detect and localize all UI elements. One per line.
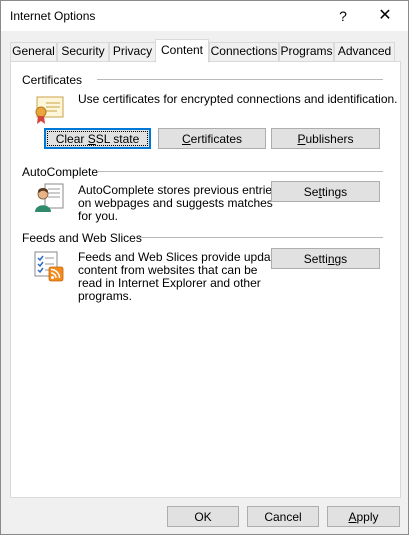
- autocomplete-heading: AutoComplete: [22, 165, 99, 179]
- button-text: tings: [321, 185, 348, 199]
- button-text: ublishers: [305, 132, 354, 146]
- button-accelerator: n: [327, 252, 335, 266]
- certificates-description: Use certificates for encrypted connectio…: [78, 92, 398, 106]
- cancel-button[interactable]: Cancel: [247, 506, 319, 527]
- feeds-heading: Feeds and Web Slices: [22, 231, 142, 245]
- button-text: Se: [303, 185, 319, 199]
- rss-feed-icon: [34, 251, 64, 282]
- tab-programs[interactable]: Programs: [279, 42, 334, 62]
- tab-general[interactable]: General: [10, 42, 57, 62]
- feeds-divider: [139, 237, 383, 238]
- tab-advanced[interactable]: Advanced: [334, 42, 395, 62]
- close-button[interactable]: ✕: [365, 3, 405, 29]
- publishers-button[interactable]: Publishers: [271, 128, 380, 149]
- button-text: Clear: [55, 132, 88, 146]
- certificates-button[interactable]: Certificates: [158, 128, 266, 149]
- button-accelerator: S: [87, 132, 96, 146]
- autocomplete-divider: [97, 171, 383, 172]
- ok-button[interactable]: OK: [167, 506, 239, 527]
- apply-button[interactable]: Apply: [327, 506, 400, 527]
- certificates-heading: Certificates: [22, 73, 83, 87]
- button-text: SL state: [95, 132, 140, 146]
- title-bar[interactable]: Internet Options ? ✕: [1, 1, 408, 31]
- help-button[interactable]: ?: [329, 3, 357, 29]
- feeds-settings-button[interactable]: Settings: [271, 248, 380, 269]
- button-text: gs: [334, 252, 348, 266]
- button-accelerator: C: [181, 132, 191, 146]
- certificates-divider: [97, 79, 383, 80]
- internet-options-dialog: Internet Options ? ✕ General Security Pr…: [0, 0, 409, 535]
- button-text: ertificates: [190, 132, 243, 146]
- tab-content[interactable]: Content: [155, 39, 209, 63]
- autocomplete-settings-button[interactable]: Settings: [271, 181, 380, 202]
- button-accelerator: A: [348, 510, 357, 524]
- button-text: Setti: [303, 252, 328, 266]
- user-form-icon: [35, 183, 64, 212]
- certificate-icon: [35, 96, 64, 124]
- tab-security[interactable]: Security: [57, 42, 109, 62]
- description-line: for you.: [78, 209, 119, 223]
- description-line: programs.: [78, 289, 133, 303]
- tab-privacy[interactable]: Privacy: [109, 42, 156, 62]
- content-tab-panel: Certificates Use certificates for encryp…: [10, 61, 401, 498]
- button-text: pply: [356, 510, 379, 524]
- clear-ssl-state-button[interactable]: Clear SSL state: [44, 128, 151, 149]
- tab-connections[interactable]: Connections: [209, 42, 279, 62]
- window-title: Internet Options: [10, 9, 96, 23]
